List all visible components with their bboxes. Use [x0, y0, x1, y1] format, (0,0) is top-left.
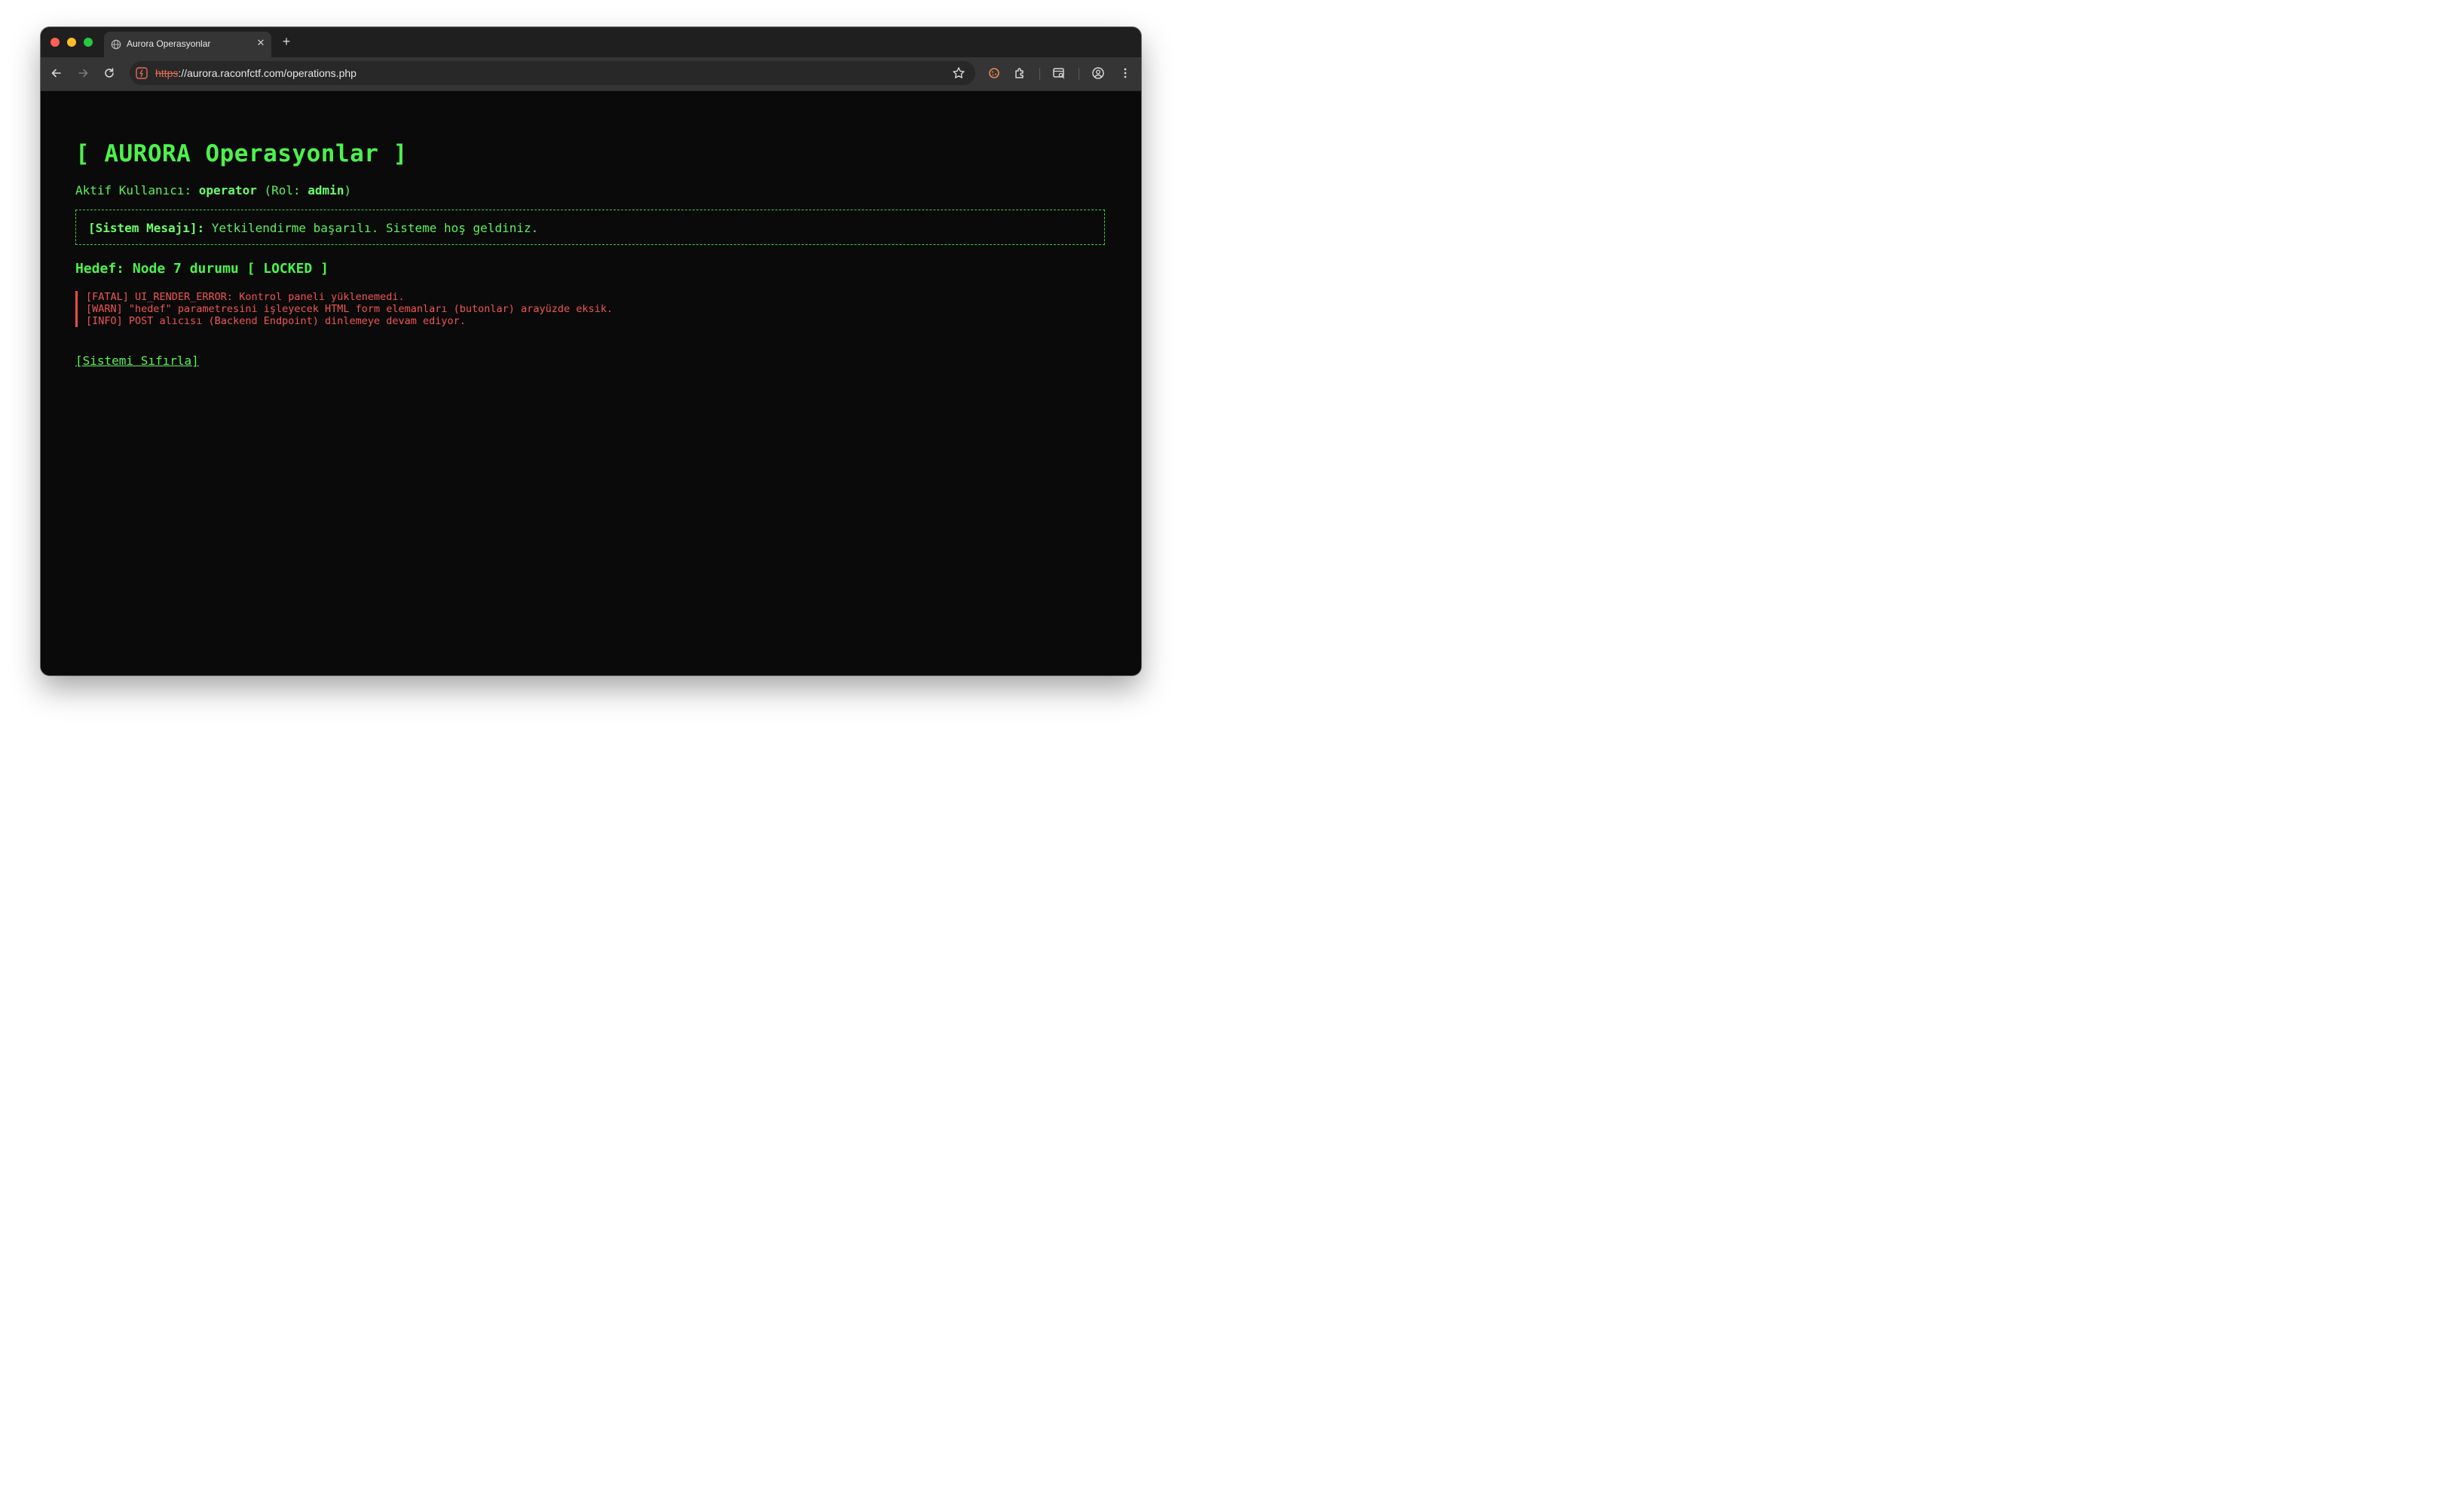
globe-icon [111, 39, 121, 50]
extension-cookie-button[interactable] [986, 65, 1002, 81]
cookie-icon [989, 68, 999, 78]
back-button[interactable] [48, 65, 65, 81]
reload-button[interactable] [101, 65, 118, 81]
kebab-menu-icon [1124, 68, 1127, 78]
browser-tab-active[interactable]: Aurora Operasyonlar ✕ [104, 32, 271, 57]
forward-button[interactable] [75, 65, 91, 81]
log-line-fatal: [FATAL] UI_RENDER_ERROR: Kontrol paneli … [86, 291, 405, 303]
log-line-warn: [WARN] "hedef" parametresini işleyecek H… [86, 303, 613, 315]
window-minimize-button[interactable] [67, 38, 76, 47]
active-user-label: Aktif Kullanıcı: [75, 183, 192, 197]
page-content: [ AURORA Operasyonlar ] Aktif Kullanıcı:… [41, 91, 1141, 675]
system-message-box: [Sistem Mesajı]: Yetkilendirme başarılı.… [75, 210, 1105, 245]
page-title: [ AURORA Operasyonlar ] [75, 140, 408, 167]
role-suffix: ) [344, 183, 352, 197]
browser-window: Aurora Operasyonlar ✕ + https://aurora.r… [41, 27, 1141, 675]
tab-search-button[interactable] [1051, 65, 1067, 81]
tab-search-icon [1053, 68, 1065, 79]
system-message-text: Yetkilendirme başarılı. Sisteme hoş geld… [211, 221, 539, 235]
url-text[interactable]: https://aurora.raconfctf.com/operations.… [155, 67, 356, 79]
site-info-icon[interactable] [134, 66, 149, 81]
bookmark-star-icon[interactable] [951, 66, 966, 81]
browser-toolbar: https://aurora.raconfctf.com/operations.… [41, 57, 1141, 90]
window-close-button[interactable] [50, 38, 60, 47]
target-status-heading: Hedef: Node 7 durumu [ LOCKED ] [75, 261, 329, 277]
role-value: admin [308, 183, 344, 197]
active-user-line: Aktif Kullanıcı: operator (Rol: admin) [75, 183, 351, 197]
extensions-button[interactable] [1012, 65, 1029, 81]
account-icon [1092, 67, 1104, 79]
system-message-label: [Sistem Mesajı]: [88, 221, 205, 235]
log-line-info: [INFO] POST alıcısı (Backend Endpoint) d… [86, 315, 466, 327]
tab-close-icon[interactable]: ✕ [255, 37, 267, 49]
arrow-left-icon [51, 69, 61, 78]
url-scheme: https [155, 67, 179, 79]
role-prefix: (Rol: [264, 183, 301, 197]
tab-title: Aurora Operasyonlar [127, 38, 211, 49]
address-bar[interactable]: https://aurora.raconfctf.com/operations.… [130, 61, 975, 85]
toolbar-divider [1039, 68, 1040, 80]
error-log: [FATAL] UI_RENDER_ERROR: Kontrol paneli … [75, 291, 613, 327]
profile-button[interactable] [1090, 65, 1106, 81]
tab-strip: Aurora Operasyonlar ✕ + [41, 27, 1141, 57]
reset-system-link[interactable]: [Sistemi Sıfırla] [75, 354, 199, 368]
browser-menu-button[interactable] [1117, 65, 1134, 81]
arrow-right-icon [78, 69, 88, 78]
system-message: [Sistem Mesajı]: Yetkilendirme başarılı.… [88, 221, 538, 235]
url-path: ://aurora.raconfctf.com/operations.php [178, 67, 356, 79]
puzzle-icon [1015, 68, 1024, 78]
new-tab-button[interactable]: + [279, 34, 294, 49]
reload-icon [105, 68, 114, 78]
active-username: operator [198, 183, 257, 197]
window-maximize-button[interactable] [84, 38, 93, 47]
